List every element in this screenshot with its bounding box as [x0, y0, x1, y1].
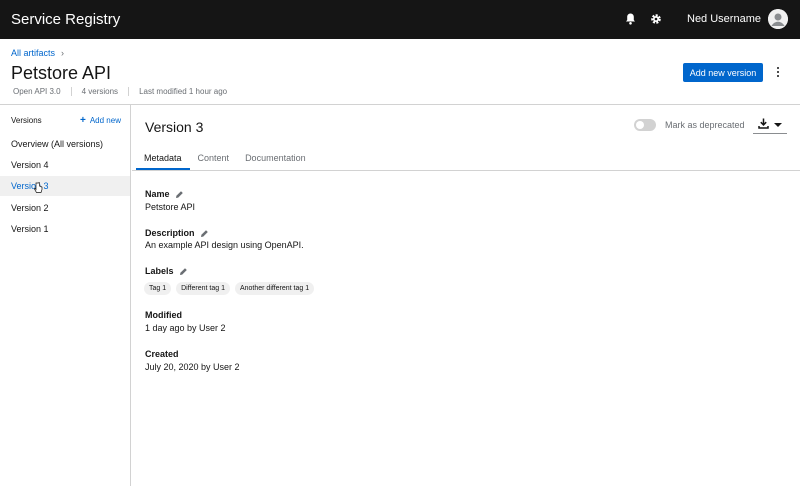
add-version-link[interactable]: + Add new: [80, 115, 121, 126]
caret-down-icon: [773, 122, 782, 127]
deprecate-toggle[interactable]: [634, 119, 656, 131]
name-label-text: Name: [145, 189, 170, 199]
mouse-cursor-icon: [34, 181, 43, 199]
masthead: Service Registry Ned Username: [0, 0, 800, 39]
meta-type: Open API 3.0: [13, 87, 61, 96]
sidebar-item-version-1[interactable]: Version 1: [0, 219, 130, 239]
label-chip: Another different tag 1: [234, 282, 315, 295]
meta-divider: [70, 87, 72, 96]
label-chip: Tag 1: [144, 282, 172, 295]
created-label: Created: [145, 349, 179, 359]
label-chip: Different tag 1: [176, 282, 230, 295]
labels-chips: Tag 1 Different tag 1 Another different …: [144, 282, 319, 295]
bell-icon[interactable]: [623, 12, 637, 26]
name-label: Name: [145, 189, 184, 199]
modified-value: 1 day ago by User 2: [145, 323, 226, 333]
kebab-menu-icon[interactable]: [774, 66, 782, 78]
user-menu[interactable]: Ned Username: [687, 13, 776, 25]
deprecate-label: Mark as deprecated: [665, 120, 745, 130]
add-new-version-button[interactable]: Add new version: [683, 63, 763, 82]
add-version-label: Add new: [89, 116, 121, 125]
edit-description-pencil-icon[interactable]: [200, 229, 209, 238]
description-label-text: Description: [145, 228, 195, 238]
sidebar-item-overview[interactable]: Overview (All versions): [0, 134, 130, 154]
gear-icon[interactable]: [649, 12, 663, 26]
tab-documentation[interactable]: Documentation: [237, 145, 314, 170]
chevron-right-icon: ›: [61, 48, 65, 58]
meta-versions: 4 versions: [81, 87, 119, 96]
description-value: An example API design using OpenAPI.: [145, 240, 304, 250]
download-icon: [758, 116, 769, 134]
sidebar-item-version-2[interactable]: Version 2: [0, 198, 130, 218]
versions-sidebar: Versions + Add new Overview (All version…: [0, 105, 131, 486]
tab-metadata[interactable]: Metadata: [136, 145, 190, 170]
username: Ned Username: [687, 13, 761, 25]
labels-label-text: Labels: [145, 266, 174, 276]
modified-label: Modified: [145, 310, 182, 320]
artifact-meta: Open API 3.0 4 versions Last modified 1 …: [13, 87, 227, 96]
sidebar-item-version-3[interactable]: Version 3: [0, 176, 130, 196]
labels-label: Labels: [145, 266, 188, 276]
version-title: Version 3: [145, 119, 204, 135]
brand-title[interactable]: Service Registry: [11, 11, 120, 28]
sidebar-item-version-4[interactable]: Version 4: [0, 155, 130, 175]
breadcrumb: All artifacts ›: [11, 48, 64, 58]
page-title: Petstore API: [11, 63, 112, 83]
edit-labels-pencil-icon[interactable]: [179, 267, 188, 276]
avatar[interactable]: [768, 9, 788, 29]
meta-modified: Last modified 1 hour ago: [139, 87, 228, 96]
version-tabs: Metadata Content Documentation: [136, 145, 314, 170]
tab-content[interactable]: Content: [190, 145, 238, 170]
created-value: July 20, 2020 by User 2: [145, 362, 240, 372]
download-dropdown[interactable]: [753, 116, 787, 134]
name-value: Petstore API: [145, 202, 196, 212]
versions-heading: Versions: [11, 116, 42, 125]
edit-name-pencil-icon[interactable]: [175, 190, 184, 199]
meta-divider: [128, 87, 130, 96]
plus-icon: +: [80, 115, 86, 126]
description-label: Description: [145, 228, 209, 238]
breadcrumb-link[interactable]: All artifacts: [11, 48, 55, 58]
tabs-divider: [132, 170, 800, 171]
